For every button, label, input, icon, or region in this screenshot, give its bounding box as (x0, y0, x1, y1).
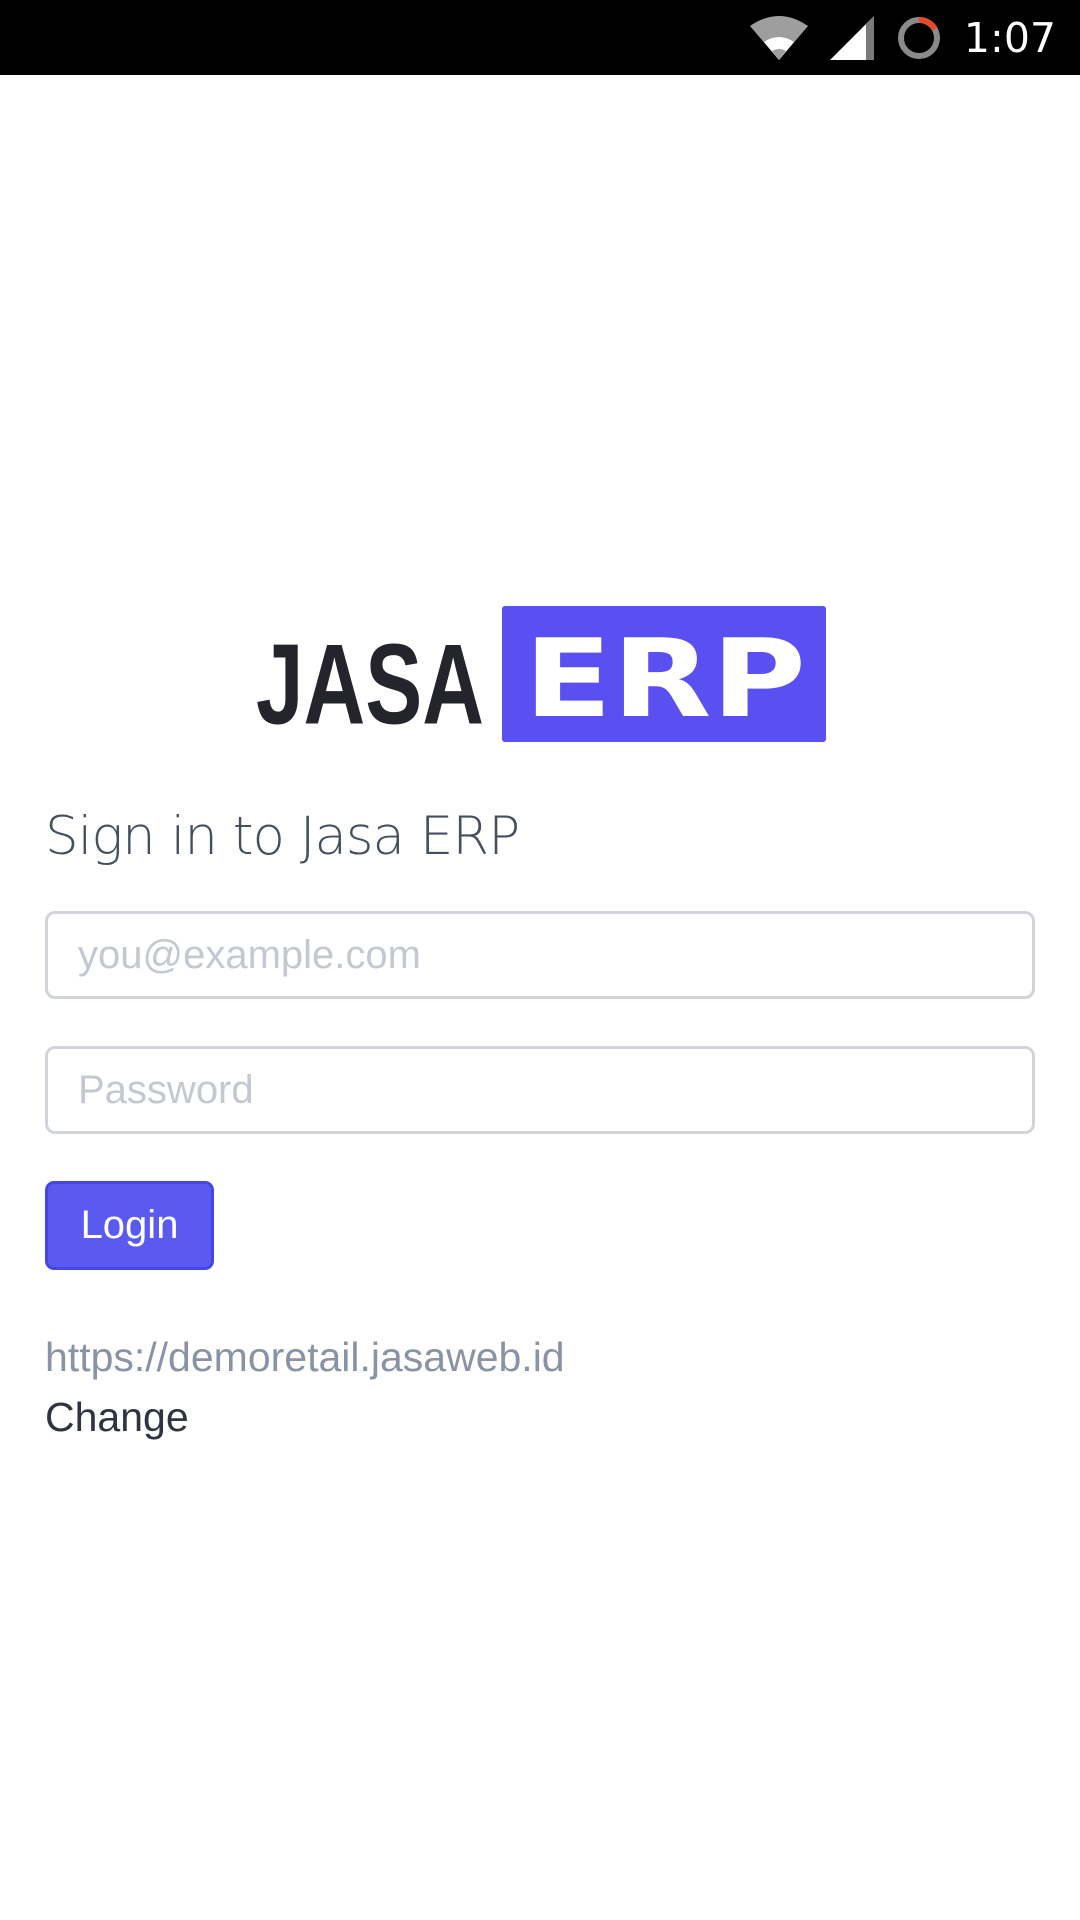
logo-text-erp: ERP (524, 617, 806, 742)
password-field[interactable] (45, 1046, 1035, 1134)
change-server-link[interactable]: Change (45, 1394, 189, 1441)
status-time: 1:07 (963, 13, 1056, 62)
logo-text-jasa: JASA (256, 620, 484, 742)
jasa-erp-logo: JASA ERP (256, 606, 826, 742)
status-bar: 1:07 (0, 0, 1080, 75)
cell-signal-icon (829, 15, 874, 60)
wifi-icon (749, 15, 808, 60)
email-field[interactable] (45, 911, 1035, 999)
server-url: https://demoretail.jasaweb.id (45, 1334, 565, 1380)
status-icons: 1:07 (749, 0, 1056, 75)
page-title: Sign in to Jasa ERP (45, 806, 520, 867)
login-button[interactable]: Login (45, 1181, 214, 1270)
sync-loading-icon (896, 15, 942, 61)
